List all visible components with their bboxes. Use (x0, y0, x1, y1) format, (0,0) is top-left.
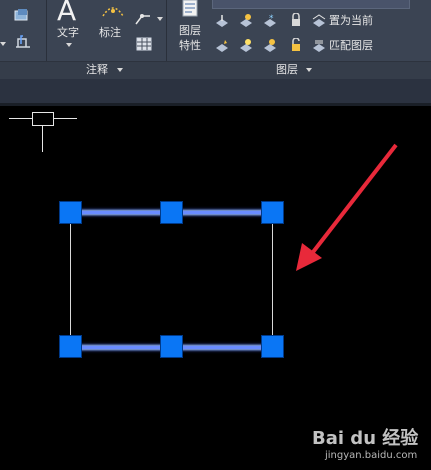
layer-unisolate-icon[interactable] (214, 38, 230, 52)
layer-on-icon[interactable] (238, 38, 254, 52)
text-button[interactable]: A 文字 (54, 0, 86, 50)
svg-text:*: * (269, 14, 274, 24)
layer-properties-button[interactable]: 图层 特性 (175, 0, 209, 60)
ribbon: A 文字 标注 图层 特性 * 置为当前 匹配图层 注释 图层 (0, 0, 431, 79)
layer-off-icon[interactable] (238, 13, 254, 27)
dimension-label: 标注 (99, 26, 121, 39)
layers-panel-caret-icon[interactable] (306, 68, 312, 72)
layer-properties-icon (182, 0, 198, 17)
offset-icon[interactable] (14, 33, 32, 49)
annotation-panel-caret-icon[interactable] (117, 68, 123, 72)
layer-properties-label-1: 图层 (179, 24, 201, 37)
set-current-button[interactable]: 置为当前 (311, 12, 373, 28)
layers-panel-title[interactable]: 图层 (276, 63, 298, 76)
layer-freeze-icon[interactable]: * (262, 13, 278, 27)
match-layer-button[interactable]: 匹配图层 (311, 37, 373, 53)
text-icon: A (57, 0, 77, 27)
layer-unlock-icon[interactable] (287, 38, 303, 52)
watermark-url: jingyan.baidu.com (325, 450, 418, 461)
layer-thaw-icon[interactable] (262, 38, 278, 52)
match-layer-icon (313, 40, 325, 52)
dimension-icon (102, 7, 124, 17)
drawing-canvas[interactable]: Bai du 经验 jingyan.baidu.com (0, 106, 431, 470)
match-layer-label: 匹配图层 (329, 39, 373, 52)
red-arrow-annotation (296, 143, 398, 271)
baidu-jingyan-watermark: Bai du 经验 (312, 428, 419, 449)
set-current-icon (312, 14, 326, 27)
table-icon[interactable] (136, 37, 152, 51)
file-tab-bar (0, 79, 431, 103)
text-label: 文字 (57, 26, 79, 39)
set-current-label: 置为当前 (329, 14, 373, 27)
text-caret-icon (66, 43, 72, 47)
layer-isolate-icon[interactable] (214, 13, 230, 27)
layer-properties-label-2: 特性 (179, 39, 201, 52)
layer-lock-icon[interactable] (287, 13, 303, 27)
leader-caret-icon[interactable] (157, 17, 163, 21)
ribbon-panel-footer (0, 61, 431, 79)
annotation-panel-title[interactable]: 注释 (86, 63, 108, 76)
stretch-icon[interactable] (14, 8, 30, 22)
layer-dropdown[interactable] (212, 0, 410, 9)
dimension-button[interactable]: 标注 (96, 0, 130, 50)
leader-icon[interactable] (134, 10, 152, 26)
dropdown-caret-icon[interactable] (0, 42, 6, 46)
